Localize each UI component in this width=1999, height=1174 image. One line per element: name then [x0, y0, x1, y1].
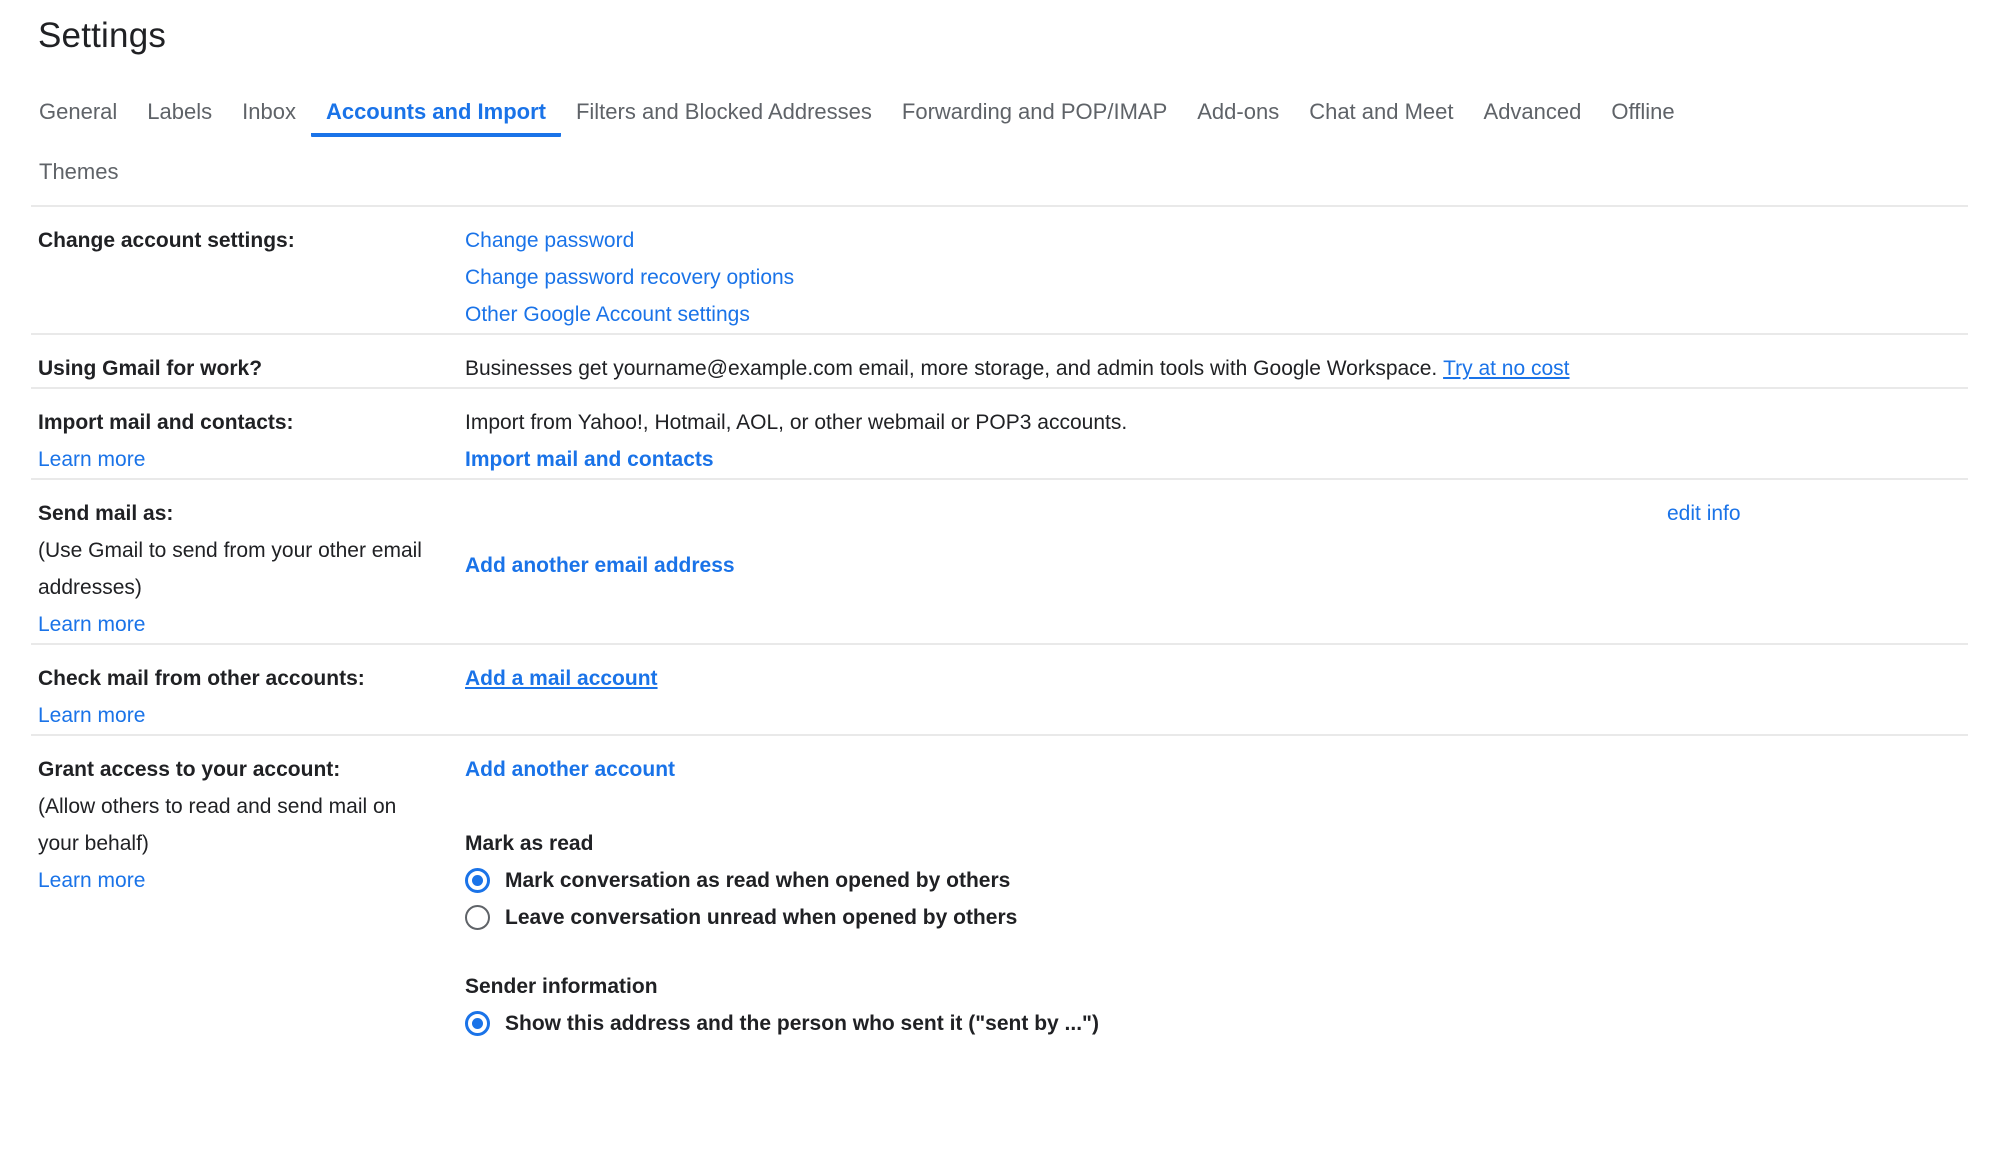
tab-inbox[interactable]: Inbox [227, 87, 311, 137]
radio-unselected-icon[interactable] [465, 905, 490, 930]
tab-forwarding-and-pop-imap[interactable]: Forwarding and POP/IMAP [887, 87, 1182, 137]
using-gmail-for-work-label: Using Gmail for work? [38, 350, 465, 387]
settings-tabs: General Labels Inbox Accounts and Import… [24, 87, 1975, 197]
tab-themes[interactable]: Themes [24, 147, 133, 197]
radio-option-leave-conversation-unread[interactable]: Leave conversation unread when opened by… [465, 899, 1667, 936]
section-check-mail-from-other-accounts: Check mail from other accounts: Learn mo… [31, 643, 1968, 734]
change-password-recovery-options-link[interactable]: Change password recovery options [465, 259, 1667, 296]
section-grant-access: Grant access to your account: (Allow oth… [31, 734, 1968, 1042]
radio-selected-icon[interactable] [465, 1011, 490, 1036]
grant-access-learn-more-link[interactable]: Learn more [38, 862, 441, 899]
other-google-account-settings-link[interactable]: Other Google Account settings [465, 296, 1667, 333]
section-import-mail-and-contacts: Import mail and contacts: Learn more Imp… [31, 387, 1968, 478]
tab-accounts-and-import[interactable]: Accounts and Import [311, 87, 561, 137]
grant-access-label: Grant access to your account: [38, 758, 340, 781]
tab-labels[interactable]: Labels [132, 87, 227, 137]
try-at-no-cost-link[interactable]: Try at no cost [1443, 350, 1569, 387]
tab-advanced[interactable]: Advanced [1469, 87, 1597, 137]
radio-option-mark-conversation-read[interactable]: Mark conversation as read when opened by… [465, 862, 1667, 899]
sender-information-heading: Sender information [465, 968, 1667, 1005]
change-account-settings-label: Change account settings: [38, 222, 465, 259]
tab-filters-and-blocked-addresses[interactable]: Filters and Blocked Addresses [561, 87, 887, 137]
add-a-mail-account-link[interactable]: Add a mail account [465, 660, 658, 697]
radio-option-show-address-and-sender[interactable]: Show this address and the person who sen… [465, 1005, 1667, 1042]
import-mail-and-contacts-label: Import mail and contacts: [38, 411, 294, 434]
tab-add-ons[interactable]: Add-ons [1182, 87, 1294, 137]
tab-offline[interactable]: Offline [1596, 87, 1689, 137]
import-mail-and-contacts-link[interactable]: Import mail and contacts [465, 441, 1667, 478]
send-mail-as-learn-more-link[interactable]: Learn more [38, 606, 441, 643]
section-change-account-settings: Change account settings: Change password… [31, 205, 1968, 333]
tab-chat-and-meet[interactable]: Chat and Meet [1294, 87, 1468, 137]
section-send-mail-as: Send mail as: (Use Gmail to send from yo… [31, 478, 1968, 643]
radio-selected-icon[interactable] [465, 868, 490, 893]
add-another-account-link[interactable]: Add another account [465, 751, 675, 788]
grant-access-description: (Allow others to read and send mail on y… [38, 788, 441, 862]
section-using-gmail-for-work: Using Gmail for work? Businesses get you… [31, 333, 1968, 387]
workspace-promo-text: Businesses get yourname@example.com emai… [465, 357, 1437, 380]
change-password-link[interactable]: Change password [465, 222, 1667, 259]
import-learn-more-link[interactable]: Learn more [38, 441, 441, 478]
check-mail-label: Check mail from other accounts: [38, 667, 365, 690]
edit-info-link[interactable]: edit info [1667, 495, 1741, 532]
send-mail-as-description: (Use Gmail to send from your other email… [38, 532, 441, 606]
send-mail-as-label: Send mail as: [38, 502, 173, 525]
page-title: Settings [38, 16, 1999, 56]
add-another-email-address-link[interactable]: Add another email address [465, 547, 735, 584]
import-description-text: Import from Yahoo!, Hotmail, AOL, or oth… [465, 411, 1127, 434]
mark-as-read-heading: Mark as read [465, 825, 1667, 862]
check-mail-learn-more-link[interactable]: Learn more [38, 697, 441, 734]
tab-general[interactable]: General [24, 87, 132, 137]
settings-content: Change account settings: Change password… [31, 205, 1968, 1042]
tab-row-1: General Labels Inbox Accounts and Import… [24, 87, 1975, 137]
tab-row-2: Themes [24, 147, 1975, 197]
